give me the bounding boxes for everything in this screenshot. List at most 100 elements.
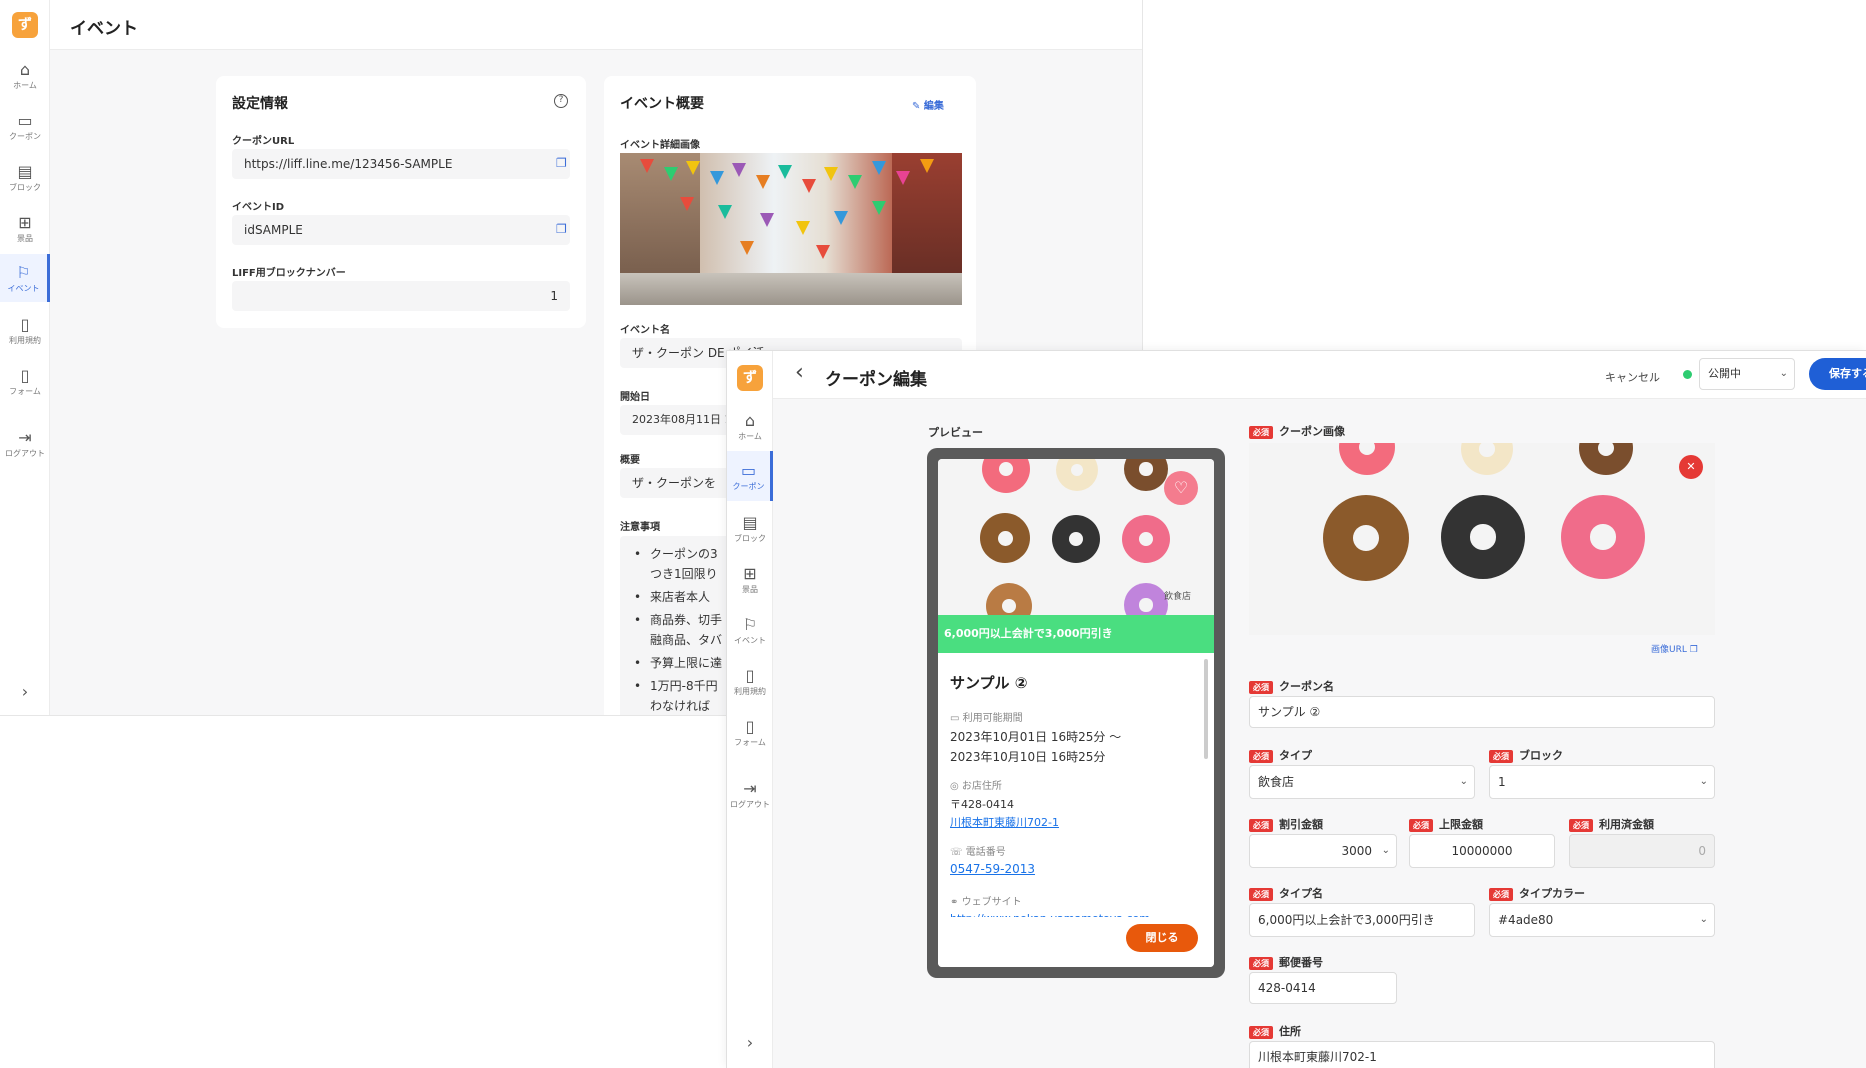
sidebar-item-logout[interactable]: ⇥ ログアウト — [0, 428, 50, 464]
calendar-icon: ▭ — [950, 713, 960, 724]
sidebar-item-form[interactable]: ▯ フォーム — [727, 717, 773, 753]
used-amount-input: 0 — [1569, 834, 1715, 868]
scrollbar[interactable] — [1204, 659, 1208, 759]
collapse-sidebar-button[interactable]: › — [0, 682, 50, 702]
chevron-down-icon: ⌄ — [1699, 776, 1708, 787]
back-button[interactable]: ‹ — [795, 360, 804, 385]
preview-screen: ♡ 飲食店 6,000円以上会計で3,000円引き サンプル ② ▭ 利用可能期… — [938, 459, 1214, 967]
preview-type-banner: 6,000円以上会計で3,000円引き — [938, 615, 1214, 653]
collapse-sidebar-button[interactable]: › — [727, 1033, 773, 1053]
app-logo[interactable]: ず — [12, 12, 38, 38]
sidebar-item-terms[interactable]: ▯ 利用規約 — [0, 315, 50, 351]
block-label: 必須 ブロック — [1489, 747, 1563, 763]
location-icon: ◎ — [950, 781, 959, 792]
document-icon: ▯ — [20, 315, 30, 334]
coupon-icon: ▭ — [17, 111, 33, 130]
help-icon[interactable]: ? — [554, 94, 568, 108]
type-color-select[interactable]: #4ade80 ⌄ — [1489, 903, 1715, 937]
phone-preview: ♡ 飲食店 6,000円以上会計で3,000円引き サンプル ② ▭ 利用可能期… — [927, 448, 1225, 978]
coupon-name-label: 必須 クーポン名 — [1249, 678, 1334, 694]
website-label: ⚭ ウェブサイト — [950, 897, 1022, 908]
type-select[interactable]: 飲食店 ⌄ — [1249, 765, 1475, 799]
type-color-label: 必須 タイプカラー — [1489, 885, 1585, 901]
detail-image-label: イベント詳細画像 — [620, 140, 700, 151]
period-start: 2023年10月01日 16時25分 〜 — [950, 730, 1122, 744]
event-detail-image — [620, 153, 962, 305]
cancel-button[interactable]: キャンセル — [1605, 369, 1660, 385]
image-url-link[interactable]: 画像URL ❐ — [1651, 642, 1698, 655]
type-name-label: 必須 タイプ名 — [1249, 885, 1323, 901]
preview-coupon-name: サンプル ② — [950, 674, 1028, 692]
preview-phone-link[interactable]: 0547-59-2013 — [950, 862, 1035, 876]
settings-title: 設定情報 — [232, 96, 288, 112]
document-icon: ▯ — [745, 666, 755, 685]
sidebar-item-home[interactable]: ⌂ ホーム — [727, 411, 773, 447]
period-label: ▭ 利用可能期間 — [950, 713, 1023, 724]
summary-label: 概要 — [620, 455, 640, 466]
category-tag: 飲食店 — [1164, 592, 1192, 602]
block-select[interactable]: 1 ⌄ — [1489, 765, 1715, 799]
sidebar-item-event[interactable]: ⚐ イベント — [727, 615, 773, 651]
sidebar-item-logout[interactable]: ⇥ ログアウト — [727, 779, 773, 815]
coupon-image[interactable]: ✕ — [1249, 443, 1715, 635]
discount-input[interactable]: 3000 ⌄ — [1249, 834, 1397, 868]
postal-input[interactable]: 428-0414 — [1249, 972, 1397, 1004]
close-button[interactable]: 閉じる — [1126, 924, 1198, 952]
sidebar-item-gift[interactable]: ⊞ 景品 — [727, 564, 773, 600]
coupon-url-field[interactable]: https://liff.line.me/123456-SAMPLE — [232, 149, 570, 179]
address-input[interactable]: 川根本町東藤川702-1 — [1249, 1041, 1715, 1068]
chevron-right-icon: › — [746, 1033, 754, 1052]
link-icon: ⚭ — [950, 897, 959, 908]
type-name-input[interactable]: 6,000円以上会計で3,000円引き — [1249, 903, 1475, 937]
used-amount-label: 必須 利用済金額 — [1569, 816, 1654, 832]
type-label: 必須 タイプ — [1249, 747, 1312, 763]
upper-limit-input[interactable]: 10000000 — [1409, 834, 1555, 868]
start-date-label: 開始日 — [620, 392, 650, 403]
phone-icon: ☏ — [950, 847, 963, 858]
sidebar-item-event[interactable]: ⚐ イベント — [0, 254, 50, 302]
copy-icon[interactable]: ❐ — [556, 222, 567, 236]
header: ‹ クーポン編集 キャンセル 公開中⌄ 保存する — [773, 351, 1866, 399]
postal-label: 必須 郵便番号 — [1249, 954, 1323, 970]
home-icon: ⌂ — [19, 60, 31, 79]
sidebar-item-block[interactable]: ▤ ブロック — [0, 162, 50, 198]
save-button[interactable]: 保存する — [1809, 358, 1866, 390]
sidebar-item-terms[interactable]: ▯ 利用規約 — [727, 666, 773, 702]
sidebar-item-home[interactable]: ⌂ ホーム — [0, 60, 50, 96]
settings-card: 設定情報 ? クーポンURL https://liff.line.me/1234… — [216, 76, 586, 328]
edit-button[interactable]: ✎ 編集 — [912, 97, 944, 112]
sidebar-item-coupon[interactable]: ▭ クーポン — [727, 451, 773, 501]
coupon-name-input[interactable]: サンプル ② — [1249, 696, 1715, 728]
preview-postal: 〒428-0414 — [950, 798, 1014, 811]
sidebar-item-gift[interactable]: ⊞ 景品 — [0, 213, 50, 249]
coupon-edit-window: ず ⌂ ホーム ▭ クーポン ▤ ブロック ⊞ 景品 ⚐ イベント ▯ 利用規約… — [726, 350, 1866, 1068]
event-name-label: イベント名 — [620, 325, 670, 336]
sidebar-item-form[interactable]: ▯ フォーム — [0, 366, 50, 402]
trash-icon[interactable]: ✕ — [1679, 455, 1703, 479]
form-icon: ▯ — [20, 366, 30, 385]
flag-icon: ⚐ — [742, 615, 758, 634]
preview-address-link[interactable]: 川根本町東藤川702-1 — [950, 814, 1059, 830]
event-id-field[interactable]: idSAMPLE — [232, 215, 570, 245]
logout-icon: ⇥ — [743, 779, 757, 798]
chevron-left-icon: ‹ — [795, 360, 804, 385]
heart-icon[interactable]: ♡ — [1164, 471, 1198, 505]
liff-block-label: LIFF用ブロックナンバー — [232, 268, 346, 279]
sidebar-item-coupon[interactable]: ▭ クーポン — [0, 111, 50, 147]
coupon-url-label: クーポンURL — [232, 136, 295, 147]
copy-icon[interactable]: ❐ — [556, 156, 567, 170]
block-icon: ▤ — [742, 513, 758, 532]
app-logo[interactable]: ず — [737, 365, 763, 391]
chevron-right-icon: › — [21, 682, 29, 701]
gift-icon: ⊞ — [18, 213, 32, 232]
sidebar-item-block[interactable]: ▤ ブロック — [727, 513, 773, 549]
preview-label: プレビュー — [928, 426, 983, 439]
preview-coupon-image: ♡ 飲食店 — [938, 459, 1214, 615]
sidebar: ず ⌂ ホーム ▭ クーポン ▤ ブロック ⊞ 景品 ⚐ イベント ▯ 利用規約… — [727, 351, 773, 1068]
block-icon: ▤ — [17, 162, 33, 181]
home-icon: ⌂ — [744, 411, 756, 430]
page-title: クーポン編集 — [825, 370, 927, 390]
status-select[interactable]: 公開中 ⌄ — [1699, 358, 1795, 390]
liff-block-field[interactable]: 1 — [232, 281, 570, 311]
pencil-icon: ✎ — [912, 101, 921, 112]
